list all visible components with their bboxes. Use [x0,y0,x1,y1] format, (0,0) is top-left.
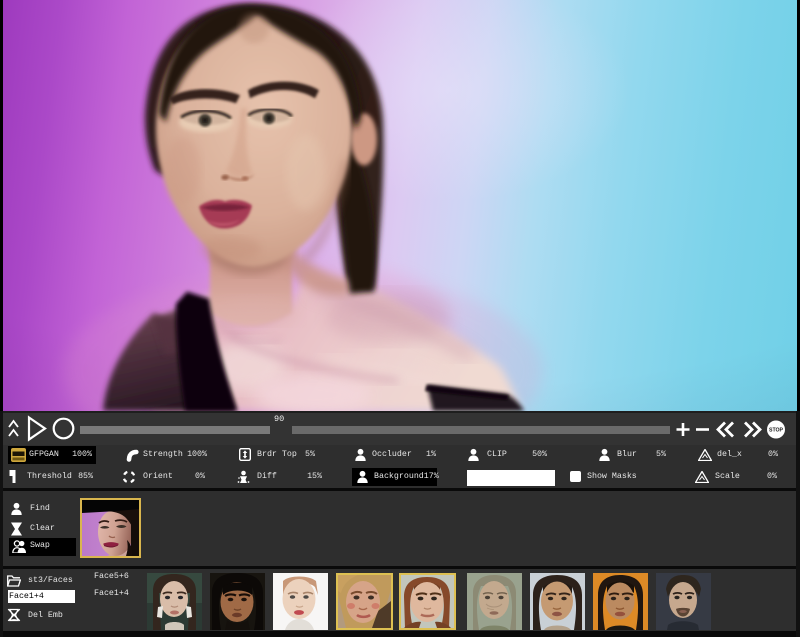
svg-text:STOP: STOP [769,428,784,434]
